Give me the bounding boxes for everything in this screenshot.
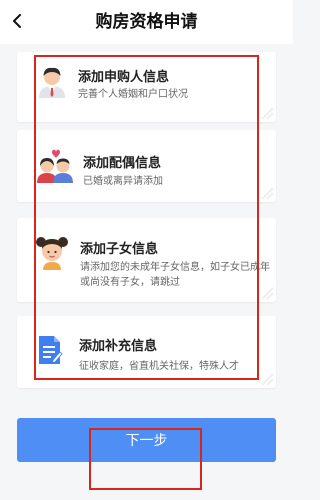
- document-icon: [39, 336, 63, 364]
- corner-decoration-icon: [261, 107, 274, 120]
- child-icon: [36, 237, 68, 270]
- corner-decoration-icon: [261, 373, 274, 386]
- page-title: 购房资格申请: [95, 12, 198, 32]
- card-desc: 征收家庭，省直机关社保，特殊人才: [79, 361, 239, 372]
- top-bar: 购房资格申请: [0, 0, 293, 44]
- corner-decoration-icon: [261, 187, 274, 200]
- corner-decoration-icon: [261, 287, 274, 300]
- card-title: 添加补充信息: [79, 339, 158, 354]
- next-button[interactable]: 下一步: [17, 418, 276, 462]
- card-title: 添加子女信息: [80, 242, 159, 257]
- card-desc: 已婚或离异请添加: [83, 176, 163, 187]
- card-spouse[interactable]: 添加配偶信息 已婚或离异请添加: [17, 130, 276, 202]
- card-desc: 请添加您的未成年子女信息，如子女已成年或尚没有子女，请跳过: [80, 262, 270, 288]
- card-applicant[interactable]: 添加申购人信息 完善个人婚姻和户口状况: [17, 52, 276, 122]
- card-supplementary[interactable]: 添加补充信息 征收家庭，省直机关社保，特殊人才: [17, 316, 276, 388]
- card-title: 添加配偶信息: [83, 156, 162, 171]
- spouse-icon: [37, 149, 73, 183]
- card-desc: 完善个人婚姻和户口状况: [78, 89, 188, 100]
- card-title: 添加申购人信息: [78, 70, 170, 85]
- applicant-icon: [39, 67, 65, 98]
- card-children[interactable]: 添加子女信息 请添加您的未成年子女信息，如子女已成年或尚没有子女，请跳过: [17, 218, 276, 302]
